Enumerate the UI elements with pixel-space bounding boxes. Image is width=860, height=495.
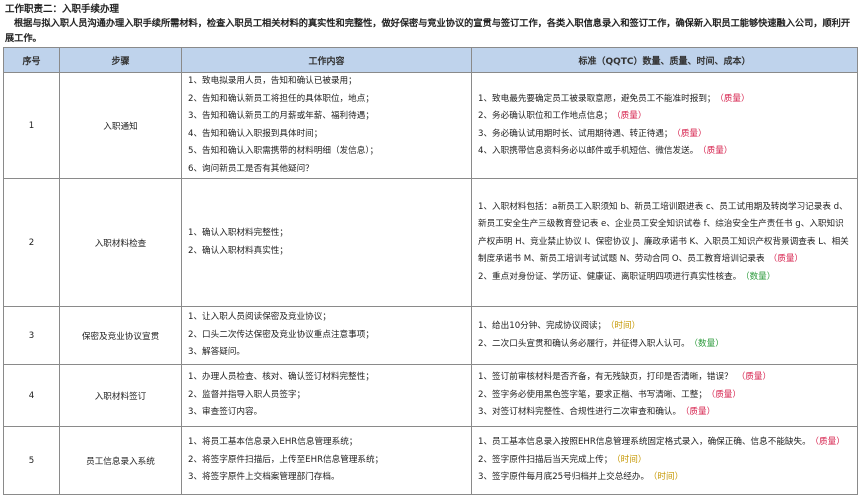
- content-line: 3、解答疑问。: [188, 347, 246, 358]
- standard-line: 2、务必确认职位和工作地点信息； （质量）: [478, 108, 851, 126]
- content-line: 5、告知和确认入职需携带的材料明细（发信息）；: [188, 146, 379, 156]
- row-content: 1、办理人员检查、核对、确认签订材料完整性； 2、监督并指导入职人员签字； 3、审查…: [181, 364, 472, 427]
- row-number: 3: [3, 306, 60, 365]
- standard-category-tag: （质量）: [702, 146, 733, 156]
- standard-line: 1、签订前审核材料是否齐备，有无残缺页，打印是否清晰，错误？ （质量）: [478, 369, 851, 387]
- standard-line: 3、对签订材料完整性、合规性进行二次审查和确认。 （质量）: [478, 404, 851, 422]
- standard-line: 4、入职携带信息资料务必以邮件或手机短信、微信发送。 （质量）: [478, 143, 851, 161]
- row-content: 1、将员工基本信息录入EHR信息管理系统； 2、将签字原件扫描后，上传至EHR信息…: [181, 426, 472, 495]
- standard-category-tag: （质量）: [685, 407, 716, 418]
- standard-category-tag: （时间）: [616, 454, 647, 465]
- row-number: 5: [3, 426, 60, 495]
- content-line: 2、将签字原件扫描后，上传至EHR信息管理系统；: [188, 454, 384, 465]
- content-line: 1、办理人员检查、核对、确认签订材料完整性；: [188, 372, 374, 383]
- standard-category-tag: （数量）: [693, 338, 724, 349]
- row-step: 入职材料签订: [59, 364, 182, 427]
- standard-line: 3、务必确认试用期时长、试用期待遇、转正待遇； （质量）: [478, 126, 851, 144]
- table-row: 2 入职材料检查 1、确认入职材料完整性； 2、确认入职材料真实性； 1、入职材料包括：…: [3, 178, 858, 307]
- row-number: 1: [3, 72, 60, 179]
- table-row: 5 员工信息录入系统 1、将员工基本信息录入EHR信息管理系统； 2、将签字原件扫描后…: [3, 426, 858, 495]
- content-line: 6、询问新员工是否有其他疑问？: [188, 163, 314, 174]
- table-row: 3 保密及竞业协议宣贯 1、让入职人员阅读保密及竞业协议； 2、口头二次传达保密及竞业…: [3, 306, 858, 365]
- row-standard: 1、签订前审核材料是否齐备，有无残缺页，打印是否清晰，错误？ （质量） 2、签字务必…: [471, 364, 858, 427]
- standard-text: 2、务必确认职位和工作地点信息；: [478, 111, 613, 121]
- content-line: 2、监督并指导入职人员签字；: [188, 389, 306, 400]
- standard-category-tag: （质量）: [768, 254, 804, 265]
- row-number: 4: [3, 364, 60, 427]
- standard-text: 2、签字原件扫描后当天完成上传；: [478, 454, 613, 465]
- standard-line: 1、致电最先要确定员工被录取意愿，避免员工不能准时报到； （质量）: [478, 91, 851, 109]
- standard-line: 1、给出10分钟、完成协议阅读； （时间）: [478, 318, 851, 336]
- row-content: 1、让入职人员阅读保密及竞业协议； 2、口头二次传达保密及竞业协议重点注意事项； 3…: [181, 306, 472, 365]
- content-line: 3、告知和确认新员工的月薪或年薪、福利待遇；: [188, 111, 374, 121]
- standard-category-tag: （质量）: [814, 437, 845, 448]
- standard-category-tag: （数量）: [745, 271, 776, 282]
- row-standard: 1、入职材料包括：a新员工入职须知 b、新员工培训跟进表 c、员工试用期及转岗学…: [471, 178, 858, 307]
- standard-category-tag: （时间）: [610, 321, 641, 331]
- header-no: 序号: [3, 47, 60, 73]
- content-line: 1、确认入职材料完整性；: [188, 228, 288, 238]
- standard-category-tag: （时间）: [653, 472, 684, 483]
- header-content: 工作内容: [181, 47, 472, 73]
- row-step: 入职材料检查: [59, 178, 182, 307]
- content-line: 3、审查签订内容。: [188, 407, 263, 418]
- standard-text: 2、签字务必使用黑色签字笔，要求正楷、书写清晰、工整；: [478, 389, 707, 400]
- standard-line: 1、员工基本信息录入按照EHR信息管理系统固定格式录入，确保正确、信息不能缺失。…: [478, 434, 851, 452]
- standard-text: 3、务必确认试用期时长、试用期待遇、转正待遇；: [478, 128, 673, 139]
- standard-text: 2、重点对身份证、学历证、健康证、离职证明四项进行真实性核查。: [478, 271, 742, 282]
- standard-line: 1、入职材料包括：a新员工入职须知 b、新员工培训跟进表 c、员工试用期及转岗学…: [478, 199, 851, 269]
- table-header-row: 序号 步骤 工作内容 标准（QQTC）数量、质量、时间、成本）: [3, 47, 858, 73]
- standard-category-tag: （质量）: [616, 111, 647, 121]
- standard-category-tag: （质量）: [676, 128, 707, 139]
- procedure-table: 序号 步骤 工作内容 标准（QQTC）数量、质量、时间、成本） 1 入职通知 1、致…: [3, 47, 858, 495]
- standard-text: 1、给出10分钟、完成协议阅读；: [478, 321, 607, 331]
- row-step: 员工信息录入系统: [59, 426, 182, 495]
- standard-line: 2、重点对身份证、学历证、健康证、离职证明四项进行真实性核查。 （数量）: [478, 269, 851, 287]
- document-page: 工作职责二：入职手续办理 根据与拟入职人员沟通办理入职手续所需材料，检查入职员工…: [0, 0, 860, 495]
- header-step: 步骤: [59, 47, 182, 73]
- row-standard: 1、给出10分钟、完成协议阅读； （时间） 2、二次口头宣贯和确认务必履行，并征得入…: [471, 306, 858, 365]
- standard-text: 2、二次口头宣贯和确认务必履行，并征得入职人认可。: [478, 338, 690, 349]
- content-line: 1、将员工基本信息录入EHR信息管理系统；: [188, 437, 358, 448]
- standard-category-tag: （质量）: [736, 372, 772, 383]
- row-content: 1、确认入职材料完整性； 2、确认入职材料真实性；: [181, 178, 472, 307]
- row-number: 2: [3, 178, 60, 307]
- content-line: 4、告知和确认入职报到具体时间；: [188, 128, 323, 139]
- standard-text: 1、员工基本信息录入按照EHR信息管理系统固定格式录入，确保正确、信息不能缺失。: [478, 437, 811, 448]
- row-standard: 1、致电最先要确定员工被录取意愿，避免员工不能准时报到； （质量） 2、务必确认职位…: [471, 72, 858, 179]
- standard-text: 4、入职携带信息资料务必以邮件或手机短信、微信发送。: [478, 146, 699, 156]
- content-line: 1、让入职人员阅读保密及竞业协议；: [188, 312, 331, 323]
- doc-title: 工作职责二：入职手续办理: [5, 4, 120, 15]
- standard-category-tag: （质量）: [719, 93, 750, 104]
- header-standard: 标准（QQTC）数量、质量、时间、成本）: [471, 47, 858, 73]
- content-line: 2、确认入职材料真实性；: [188, 245, 288, 256]
- standard-line: 2、签字务必使用黑色签字笔，要求正楷、书写清晰、工整； （质量）: [478, 387, 851, 405]
- row-standard: 1、员工基本信息录入按照EHR信息管理系统固定格式录入，确保正确、信息不能缺失。…: [471, 426, 858, 495]
- standard-text: 3、签字原件每月底25号归档并上交总经办。: [478, 472, 650, 483]
- row-step: 保密及竞业协议宣贯: [59, 306, 182, 365]
- standard-text: 3、对签订材料完整性、合规性进行二次审查和确认。: [478, 407, 682, 418]
- standard-line: 2、二次口头宣贯和确认务必履行，并征得入职人认可。 （数量）: [478, 336, 851, 354]
- content-line: 2、口头二次传达保密及竞业协议重点注意事项；: [188, 329, 374, 340]
- content-line: 1、致电拟录用人员，告知和确认已被录用；: [188, 76, 357, 86]
- standard-text: 1、致电最先要确定员工被录取意愿，避免员工不能准时报到；: [478, 93, 716, 104]
- row-step: 入职通知: [59, 72, 182, 179]
- row-content: 1、致电拟录用人员，告知和确认已被录用； 2、告知和确认新员工将担任的具体职位，地…: [181, 72, 472, 179]
- content-line: 3、将签字原件上交档案管理部门存档。: [188, 472, 340, 483]
- standard-line: 2、签字原件扫描后当天完成上传； （时间）: [478, 452, 851, 470]
- standard-category-tag: （质量）: [710, 389, 741, 400]
- table-row: 4 入职材料签订 1、办理人员检查、核对、确认签订材料完整性； 2、监督并指导入职人员…: [3, 364, 858, 427]
- content-line: 2、告知和确认新员工将担任的具体职位，地点；: [188, 93, 374, 104]
- standard-text: 1、签订前审核材料是否齐备，有无残缺页，打印是否清晰，错误？: [478, 372, 733, 383]
- table-row: 1 入职通知 1、致电拟录用人员，告知和确认已被录用； 2、告知和确认新员工将担任的具…: [3, 72, 858, 179]
- standard-line: 3、签字原件每月底25号归档并上交总经办。 （时间）: [478, 469, 851, 487]
- doc-intro: 根据与拟入职人员沟通办理入职手续所需材料，检查入职员工相关材料的真实性和完整性，…: [5, 18, 851, 44]
